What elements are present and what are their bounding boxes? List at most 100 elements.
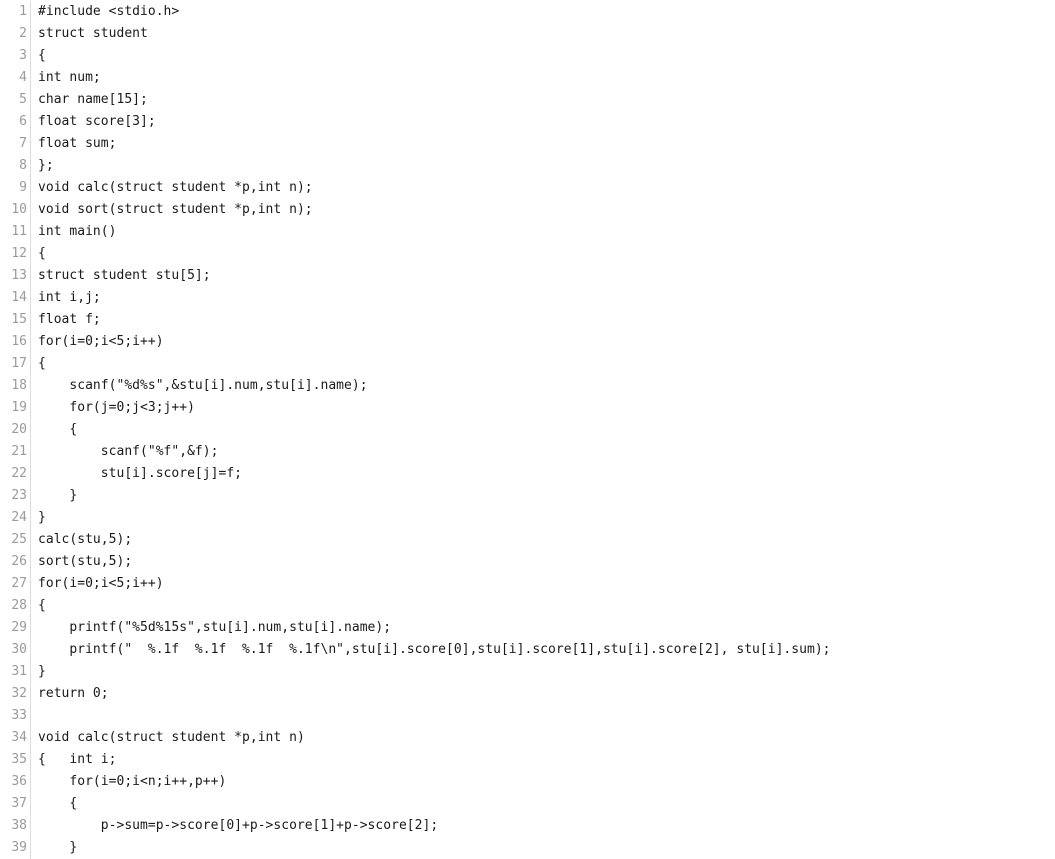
line-number: 20 — [11, 422, 27, 437]
code-line[interactable]: 29 printf("%5d%15s",stu[i].num,stu[i].na… — [0, 617, 1055, 639]
code-line-text[interactable]: void calc(struct student *p,int n); — [31, 177, 1055, 199]
code-line-text[interactable]: for(i=0;i<5;i++) — [31, 331, 1055, 353]
code-line-text[interactable]: void sort(struct student *p,int n); — [31, 199, 1055, 221]
code-line-text[interactable]: printf(" %.1f %.1f %.1f %.1f\n",stu[i].s… — [31, 639, 1055, 661]
line-number: 6 — [19, 114, 27, 129]
code-line[interactable]: 37 { — [0, 793, 1055, 815]
line-number: 23 — [11, 488, 27, 503]
code-line-text[interactable]: scanf("%f",&f); — [31, 441, 1055, 463]
code-line[interactable]: 39 } — [0, 837, 1055, 859]
code-line[interactable]: 6 float score[3]; — [0, 111, 1055, 133]
code-line[interactable]: 26 sort(stu,5); — [0, 551, 1055, 573]
line-number: 26 — [11, 554, 27, 569]
code-line[interactable]: 11 int main() — [0, 221, 1055, 243]
code-line-text[interactable]: int i,j; — [31, 287, 1055, 309]
code-line-text[interactable]: #include <stdio.h> — [31, 1, 1055, 23]
code-line[interactable]: 22 stu[i].score[j]=f; — [0, 463, 1055, 485]
code-line[interactable]: 12 { — [0, 243, 1055, 265]
code-line-text[interactable]: { — [31, 45, 1055, 67]
code-line-text[interactable]: struct student stu[5]; — [31, 265, 1055, 287]
code-line-text[interactable]: { — [31, 243, 1055, 265]
code-line-text[interactable]: int main() — [31, 221, 1055, 243]
code-line-text[interactable]: { int i; — [31, 749, 1055, 771]
line-number: 24 — [11, 510, 27, 525]
code-line[interactable]: 23 } — [0, 485, 1055, 507]
code-line-text[interactable]: char name[15]; — [31, 89, 1055, 111]
code-line-text[interactable]: float score[3]; — [31, 111, 1055, 133]
code-line-text[interactable]: scanf("%d%s",&stu[i].num,stu[i].name); — [31, 375, 1055, 397]
line-number: 7 — [19, 136, 27, 151]
code-line-text[interactable]: for(i=0;i<n;i++,p++) — [31, 771, 1055, 793]
line-number: 8 — [19, 158, 27, 173]
code-line[interactable]: 21 scanf("%f",&f); — [0, 441, 1055, 463]
code-line[interactable]: 8}; — [0, 155, 1055, 177]
code-line[interactable]: 35 { int i; — [0, 749, 1055, 771]
code-line-text[interactable]: struct student — [31, 23, 1055, 45]
code-line-text[interactable]: calc(stu,5); — [31, 529, 1055, 551]
line-number: 10 — [11, 202, 27, 217]
code-line[interactable]: 31} — [0, 661, 1055, 683]
code-line[interactable]: 18 scanf("%d%s",&stu[i].num,stu[i].name)… — [0, 375, 1055, 397]
code-viewer[interactable]: 1 #include <stdio.h> 2 struct student 3{ 4 int… — [0, 0, 1055, 859]
code-line[interactable]: 15 float f; — [0, 309, 1055, 331]
code-line[interactable]: 10 void sort(struct student *p,int n); — [0, 199, 1055, 221]
code-line-text[interactable]: } — [31, 485, 1055, 507]
code-line[interactable]: 13 struct student stu[5]; — [0, 265, 1055, 287]
code-line[interactable]: 1 #include <stdio.h> — [0, 1, 1055, 23]
code-line-text[interactable]: }; — [31, 155, 1055, 177]
code-line[interactable]: 32 return 0; — [0, 683, 1055, 705]
line-number: 16 — [11, 334, 27, 349]
code-line[interactable]: 30 printf(" %.1f %.1f %.1f %.1f\n",stu[i… — [0, 639, 1055, 661]
code-line[interactable]: 27 for(i=0;i<5;i++) — [0, 573, 1055, 595]
code-line-text[interactable]: stu[i].score[j]=f; — [31, 463, 1055, 485]
line-number: 21 — [11, 444, 27, 459]
code-line-text[interactable]: printf("%5d%15s",stu[i].num,stu[i].name)… — [31, 617, 1055, 639]
code-line[interactable]: 7 float sum; — [0, 133, 1055, 155]
code-line[interactable]: 38 p->sum=p->score[0]+p->score[1]+p->sco… — [0, 815, 1055, 837]
line-number: 33 — [11, 708, 27, 723]
code-line[interactable]: 4 int num; — [0, 67, 1055, 89]
code-line[interactable]: 9 void calc(struct student *p,int n); — [0, 177, 1055, 199]
code-line[interactable]: 20 { — [0, 419, 1055, 441]
code-line[interactable]: 14 int i,j; — [0, 287, 1055, 309]
line-number: 25 — [11, 532, 27, 547]
code-line-text[interactable]: p->sum=p->score[0]+p->score[1]+p->score[… — [31, 815, 1055, 837]
code-line-text[interactable]: { — [31, 419, 1055, 441]
code-line-text[interactable]: } — [31, 661, 1055, 683]
code-line[interactable]: 28 { — [0, 595, 1055, 617]
code-line-text[interactable]: } — [31, 837, 1055, 859]
code-line[interactable]: 2 struct student — [0, 23, 1055, 45]
code-line-text[interactable]: } — [31, 507, 1055, 529]
code-line[interactable]: 5 char name[15]; — [0, 89, 1055, 111]
code-line-text[interactable]: return 0; — [31, 683, 1055, 705]
code-line[interactable]: 19 for(j=0;j<3;j++) — [0, 397, 1055, 419]
code-line[interactable]: 33 — [0, 705, 1055, 727]
code-line-text[interactable]: { — [31, 793, 1055, 815]
code-line-text[interactable]: void calc(struct student *p,int n) — [31, 727, 1055, 749]
line-number: 17 — [11, 356, 27, 371]
code-line-text[interactable]: for(j=0;j<3;j++) — [31, 397, 1055, 419]
line-number: 30 — [11, 642, 27, 657]
code-line[interactable]: 3{ — [0, 45, 1055, 67]
code-line-text[interactable]: int num; — [31, 67, 1055, 89]
line-number: 36 — [11, 774, 27, 789]
code-line[interactable]: 34 void calc(struct student *p,int n) — [0, 727, 1055, 749]
code-line[interactable]: 24} — [0, 507, 1055, 529]
line-number: 27 — [11, 576, 27, 591]
code-line-text[interactable]: for(i=0;i<5;i++) — [31, 573, 1055, 595]
code-line-text[interactable]: { — [31, 353, 1055, 375]
code-line[interactable]: 16 for(i=0;i<5;i++) — [0, 331, 1055, 353]
code-line[interactable]: 36 for(i=0;i<n;i++,p++) — [0, 771, 1055, 793]
line-number: 28 — [11, 598, 27, 613]
line-number: 9 — [19, 180, 27, 195]
code-line[interactable]: 17 { — [0, 353, 1055, 375]
code-line-list: 1 #include <stdio.h> 2 struct student 3{ 4 int… — [0, 0, 1055, 859]
code-line-text[interactable]: float f; — [31, 309, 1055, 331]
code-line-text[interactable]: sort(stu,5); — [31, 551, 1055, 573]
line-number: 22 — [11, 466, 27, 481]
code-line-text[interactable]: float sum; — [31, 133, 1055, 155]
code-line[interactable]: 25 calc(stu,5); — [0, 529, 1055, 551]
line-number: 31 — [11, 664, 27, 679]
code-line-text[interactable]: { — [31, 595, 1055, 617]
line-number: 4 — [19, 70, 27, 85]
